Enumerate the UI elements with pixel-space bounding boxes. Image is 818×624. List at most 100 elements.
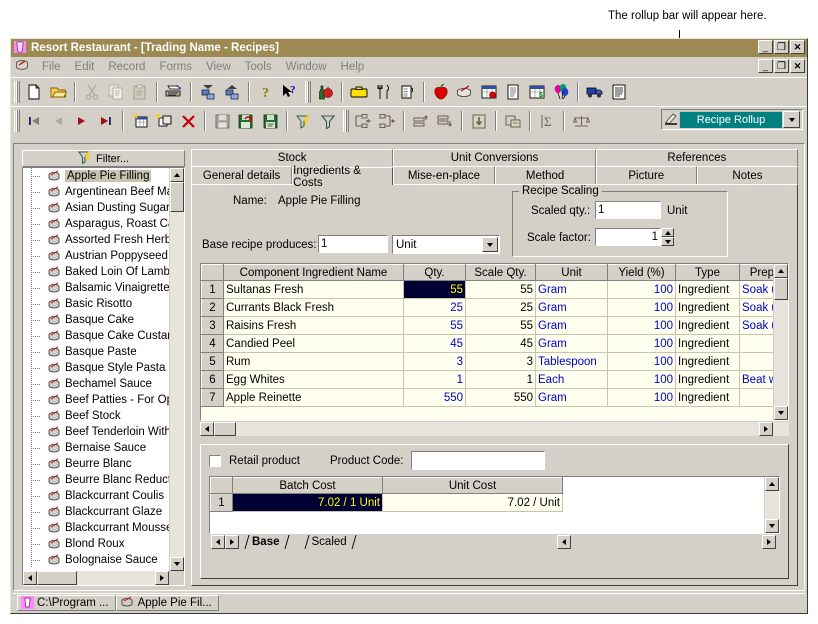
apple-icon[interactable] xyxy=(429,81,453,104)
save-undo-icon[interactable] xyxy=(234,110,258,133)
table-row[interactable]: 7 Apple Reinette 550 550 Gram 100 Ingredient xyxy=(201,388,788,407)
taskbar-button[interactable]: C:\Program ... xyxy=(17,594,116,611)
stock-box-icon[interactable] xyxy=(347,81,371,104)
cell-ingredient-name[interactable]: Currants Black Fresh xyxy=(223,298,404,317)
rollup-dropdown-button[interactable] xyxy=(783,111,800,128)
grid-horizontal-scrollbar[interactable] xyxy=(200,421,789,436)
tree-item[interactable]: Basque Cake Custard Filling xyxy=(23,328,169,344)
cell-yield[interactable]: 100 xyxy=(607,316,676,335)
tree-horizontal-scrollbar[interactable] xyxy=(23,571,169,585)
cell-scale-qty[interactable]: 3 xyxy=(465,352,536,371)
grid-hscroll-thumb[interactable] xyxy=(214,422,236,436)
spinner-down-button[interactable] xyxy=(661,237,674,246)
delete-record-icon[interactable] xyxy=(176,110,200,133)
window-close-button[interactable]: ✕ xyxy=(790,40,805,54)
menu-item-window[interactable]: Window xyxy=(279,60,334,74)
help-question-icon[interactable]: ? xyxy=(254,81,278,104)
copy-icon[interactable] xyxy=(104,81,128,104)
table-row[interactable]: 5 Rum 3 3 Tablespoon 100 Ingredient xyxy=(201,352,788,371)
cell-unit[interactable]: Gram xyxy=(535,388,608,407)
scroll-left-button[interactable] xyxy=(23,571,37,585)
hscroll-thumb[interactable] xyxy=(37,571,77,585)
delivery-truck-icon[interactable] xyxy=(583,81,607,104)
tree-vertical-scrollbar[interactable] xyxy=(169,168,184,571)
menu-item-edit[interactable]: Edit xyxy=(68,60,102,74)
print-preview-icon[interactable] xyxy=(162,81,186,104)
toolbar2-grip[interactable] xyxy=(14,110,20,132)
grid-vertical-scrollbar[interactable] xyxy=(773,264,788,420)
tree-item[interactable]: Basque Cake xyxy=(23,312,169,328)
tree-item[interactable]: Bernaise Sauce xyxy=(23,440,169,456)
product-code-input[interactable] xyxy=(411,451,546,470)
grid-scroll-down-button[interactable] xyxy=(774,406,788,420)
scroll-thumb[interactable] xyxy=(170,182,184,212)
scroll-up-button[interactable] xyxy=(170,168,184,182)
sheet-tab-base[interactable]: Base xyxy=(239,534,299,549)
cell-yield[interactable]: 100 xyxy=(607,370,676,389)
scroll-down-button[interactable] xyxy=(170,557,184,571)
row-number[interactable]: 7 xyxy=(201,388,224,407)
tab-ingredients-costs[interactable]: Ingredients & Costs xyxy=(292,165,394,189)
promote-icon[interactable] xyxy=(409,110,433,133)
sheet-tab-scaled[interactable]: Scaled xyxy=(299,534,366,549)
menu-book-icon[interactable] xyxy=(501,81,525,104)
mdi-restore-button[interactable]: ❐ xyxy=(774,59,789,73)
base-unit-dropdown-button[interactable] xyxy=(482,237,498,252)
cut-scissors-icon[interactable] xyxy=(80,81,104,104)
tree-item[interactable]: Beurre Blanc Reduction xyxy=(23,472,169,488)
table-row[interactable]: 1 Sultanas Fresh 55 55 Gram 100 Ingredient Soak… xyxy=(201,280,788,299)
mixing-bowl-icon[interactable] xyxy=(453,81,477,104)
open-folder-icon[interactable] xyxy=(46,81,70,104)
cell-type[interactable]: Ingredient xyxy=(675,298,740,317)
cell-ingredient-name[interactable]: Sultanas Fresh xyxy=(223,280,404,299)
cost-column-header[interactable]: Unit Cost xyxy=(382,477,563,494)
grid-scroll-right-button[interactable] xyxy=(759,422,773,436)
recipe-tree[interactable]: Apple Pie Filling Argentinean Beef Matamb… xyxy=(22,167,185,586)
last-record-icon[interactable] xyxy=(94,110,118,133)
balloons-icon[interactable] xyxy=(549,81,573,104)
cell-type[interactable]: Ingredient xyxy=(675,280,740,299)
grid-column-header[interactable]: Type xyxy=(675,264,740,281)
tree-item[interactable]: Assorted Fresh Herbs, Fine xyxy=(23,232,169,248)
cell-unit-cost[interactable]: 7.02 / Unit xyxy=(382,493,563,512)
help-pointer-icon[interactable]: ? xyxy=(278,81,302,104)
demote-icon[interactable] xyxy=(433,110,457,133)
tree-item[interactable]: Blond Roux xyxy=(23,536,169,552)
menu-item-view[interactable]: View xyxy=(199,60,238,74)
table-row[interactable]: 1 7.02 / 1 Unit 7.02 / Unit xyxy=(210,493,563,512)
cell-qty[interactable]: 3 xyxy=(403,352,466,371)
cell-yield[interactable]: 100 xyxy=(607,280,676,299)
cell-scale-qty[interactable]: 55 xyxy=(465,316,536,335)
taskbar-button[interactable]: Apple Pie Fil... xyxy=(115,594,219,611)
grid-scroll-left-button[interactable] xyxy=(200,422,214,436)
grid-column-header[interactable]: Scale Qty. xyxy=(465,264,536,281)
tree-item[interactable]: Asparagus, Roast Capsicum xyxy=(23,216,169,232)
menu-item-record[interactable]: Record xyxy=(101,60,152,74)
grid-scroll-up-button[interactable] xyxy=(774,264,788,278)
recipe-calendar-icon[interactable] xyxy=(477,81,501,104)
cell-scale-qty[interactable]: 1 xyxy=(465,370,536,389)
cell-ingredient-name[interactable]: Rum xyxy=(223,352,404,371)
filter-apply-icon[interactable] xyxy=(292,110,316,133)
tab-general-details[interactable]: General details xyxy=(191,166,293,184)
tree-item[interactable]: Bechamel Sauce xyxy=(23,376,169,392)
row-number[interactable]: 2 xyxy=(201,298,224,317)
tab-picture[interactable]: Picture xyxy=(595,166,697,184)
scaled-qty-input[interactable]: 1 xyxy=(595,201,661,219)
cell-type[interactable]: Ingredient xyxy=(675,352,740,371)
retail-product-checkbox[interactable] xyxy=(209,454,221,467)
cell-qty[interactable]: 45 xyxy=(403,334,466,353)
cell-type[interactable]: Ingredient xyxy=(675,388,740,407)
tree-item[interactable]: Baked Loin Of Lamb With C xyxy=(23,264,169,280)
cell-ingredient-name[interactable]: Candied Peel xyxy=(223,334,404,353)
cutlery-icon[interactable] xyxy=(371,81,395,104)
table-row[interactable]: 6 Egg Whites 1 1 Each 100 Ingredient Beat we xyxy=(201,370,788,389)
tree-item[interactable]: Basque Paste xyxy=(23,344,169,360)
tree-item[interactable]: Bolognaise Sauce xyxy=(23,552,169,568)
save-icon[interactable] xyxy=(210,110,234,133)
cell-qty[interactable]: 55 xyxy=(403,316,466,335)
cost-vertical-scrollbar[interactable] xyxy=(764,477,779,533)
duplicate-record-icon[interactable] xyxy=(152,110,176,133)
grid-scroll-thumb[interactable] xyxy=(774,278,788,300)
menu-item-tools[interactable]: Tools xyxy=(238,60,279,74)
